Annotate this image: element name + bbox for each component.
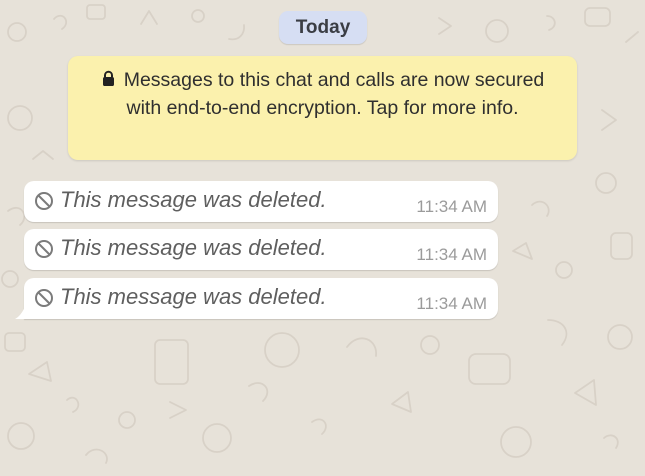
deleted-message-text: This message was deleted.: [60, 284, 327, 309]
date-separator: Today: [279, 11, 367, 44]
bubble-tail: [15, 307, 25, 319]
encryption-notice[interactable]: Messages to this chat and calls are now …: [68, 56, 577, 160]
blocked-icon: [35, 192, 53, 210]
message-bubble[interactable]: This message was deleted. 11:34 AM: [24, 181, 498, 222]
blocked-icon: [35, 289, 53, 307]
blocked-icon: [35, 240, 53, 258]
lock-icon: [102, 70, 114, 86]
message-bubble[interactable]: This message was deleted. 11:34 AM: [15, 278, 498, 319]
deleted-message-text: This message was deleted.: [60, 235, 327, 260]
message-time: 11:34 AM: [416, 197, 487, 216]
message-time: 11:34 AM: [416, 294, 487, 313]
message-bubble[interactable]: This message was deleted. 11:34 AM: [24, 229, 498, 270]
deleted-message-text: This message was deleted.: [60, 187, 327, 212]
message-time: 11:34 AM: [416, 245, 487, 264]
encryption-notice-text: Messages to this chat and calls are now …: [123, 69, 545, 119]
